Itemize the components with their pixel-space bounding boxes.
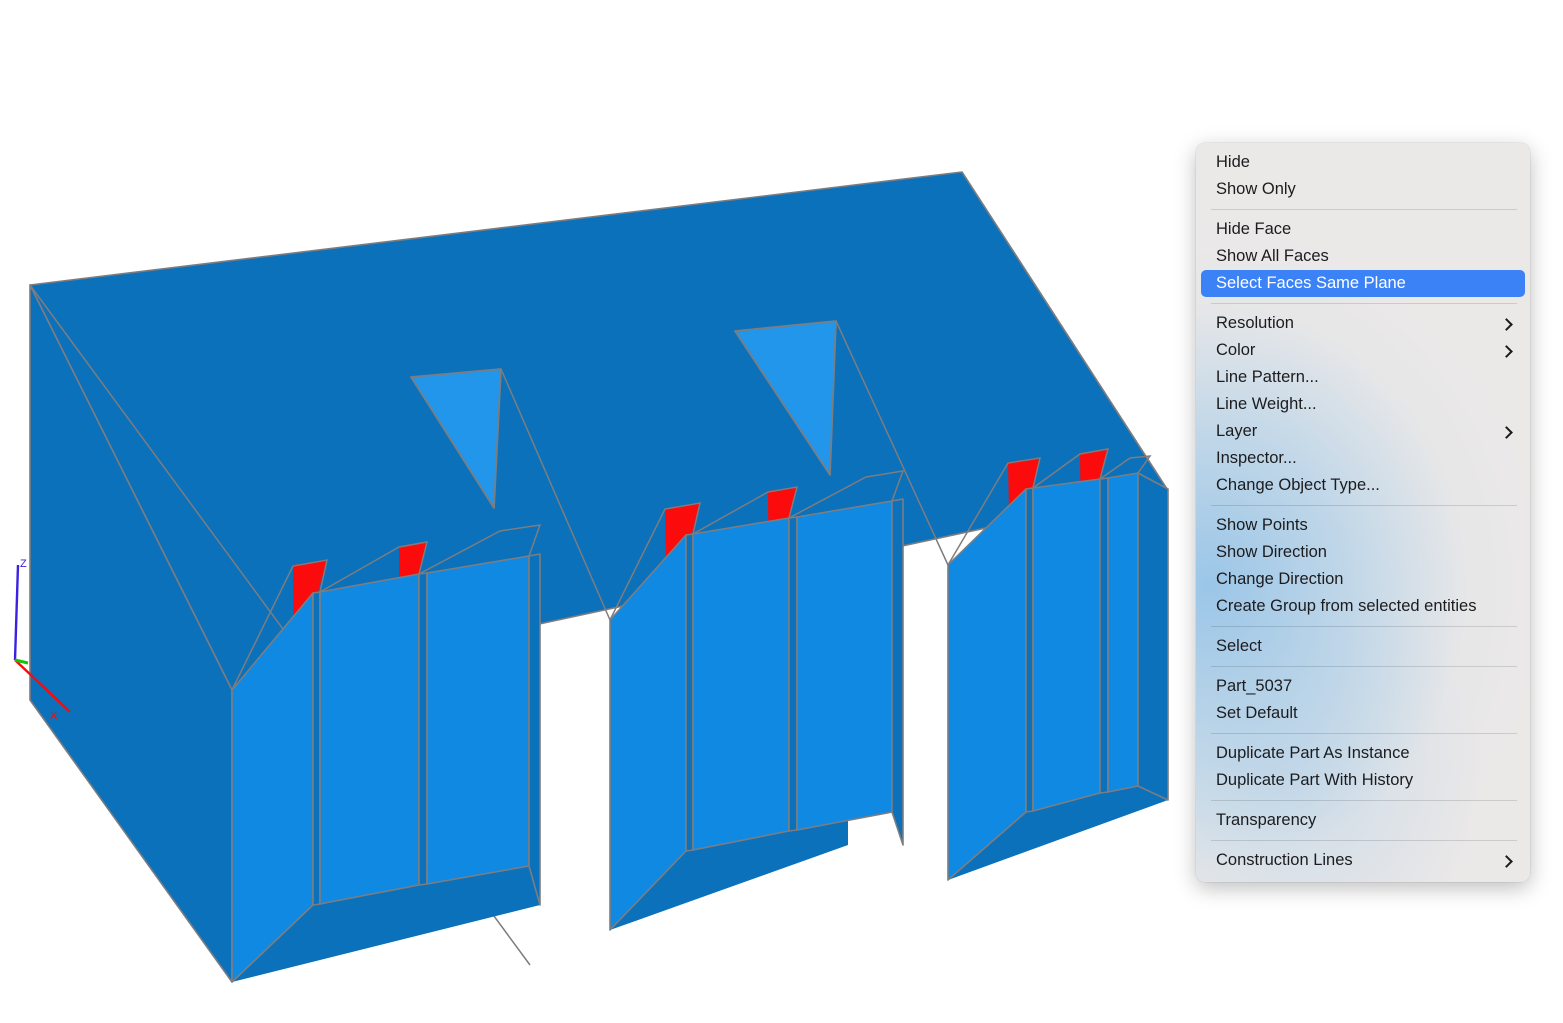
fin-8-side[interactable]: [1099, 477, 1109, 794]
menu-item-construction-lines[interactable]: Construction Lines: [1201, 847, 1525, 874]
menu-separator: [1211, 303, 1517, 304]
menu-separator: [1211, 800, 1517, 801]
fin-4-side[interactable]: [685, 533, 694, 852]
menu-item-label: Resolution: [1216, 314, 1294, 332]
menu-item-hide[interactable]: Hide: [1201, 149, 1525, 176]
menu-item-label: Change Direction: [1216, 570, 1344, 588]
menu-item-color[interactable]: Color: [1201, 337, 1525, 364]
menu-item-label: Set Default: [1216, 704, 1298, 722]
menu-item-label: Duplicate Part As Instance: [1216, 744, 1410, 762]
menu-item-label: Show All Faces: [1216, 247, 1329, 265]
menu-item-label: Select: [1216, 637, 1262, 655]
menu-item-select-faces-same-plane[interactable]: Select Faces Same Plane: [1201, 270, 1525, 297]
menu-item-label: Transparency: [1216, 811, 1317, 829]
menu-item-label: Show Only: [1216, 180, 1296, 198]
axis-x-label: X: [50, 710, 58, 722]
menu-item-inspector[interactable]: Inspector...: [1201, 445, 1525, 472]
fin-3-face[interactable]: [426, 555, 530, 885]
menu-item-show-direction[interactable]: Show Direction: [1201, 539, 1525, 566]
menu-item-duplicate-part-with-history[interactable]: Duplicate Part With History: [1201, 767, 1525, 794]
menu-item-show-points[interactable]: Show Points: [1201, 512, 1525, 539]
menu-item-label: Layer: [1216, 422, 1258, 440]
fin-2-side[interactable]: [418, 572, 428, 886]
chevron-right-icon: [1501, 317, 1513, 331]
axis-z-line: [13, 564, 20, 661]
axis-z-label: Z: [20, 558, 27, 570]
menu-item-label: Change Object Type...: [1216, 476, 1380, 494]
menu-item-change-direction[interactable]: Change Direction: [1201, 566, 1525, 593]
menu-items-container[interactable]: Hide Show Only Hide Face Show All Faces Sele…: [1196, 143, 1530, 880]
menu-item-line-weight[interactable]: Line Weight...: [1201, 391, 1525, 418]
menu-separator: [1211, 666, 1517, 667]
menu-item-part-5037[interactable]: Part_5037: [1201, 673, 1525, 700]
fin-6-face[interactable]: [796, 500, 893, 831]
menu-item-change-object-type[interactable]: Change Object Type...: [1201, 472, 1525, 499]
menu-item-line-pattern[interactable]: Line Pattern...: [1201, 364, 1525, 391]
menu-separator: [1211, 733, 1517, 734]
menu-item-label: Line Weight...: [1216, 395, 1317, 413]
menu-item-label: Create Group from selected entities: [1216, 597, 1477, 615]
fin-2-face[interactable]: [319, 573, 420, 905]
fin-8-face[interactable]: [1032, 478, 1101, 812]
fin-9-side[interactable]: [1137, 472, 1169, 801]
menu-item-label: Hide: [1216, 153, 1250, 171]
menu-item-label: Show Points: [1216, 516, 1308, 534]
fin-7-face[interactable]: [947, 488, 1027, 881]
fin-7-side[interactable]: [1025, 487, 1034, 813]
menu-item-label: Inspector...: [1216, 449, 1297, 467]
menu-item-show-only[interactable]: Show Only: [1201, 176, 1525, 203]
menu-item-set-default[interactable]: Set Default: [1201, 700, 1525, 727]
chevron-right-icon: [1501, 425, 1513, 439]
menu-item-select[interactable]: Select: [1201, 633, 1525, 660]
menu-item-label: Color: [1216, 341, 1256, 359]
fin-5-side[interactable]: [788, 516, 798, 832]
fin-6-side[interactable]: [891, 498, 904, 846]
chevron-right-icon: [1501, 854, 1513, 868]
menu-separator: [1211, 840, 1517, 841]
menu-item-label: Hide Face: [1216, 220, 1292, 238]
menu-item-transparency[interactable]: Transparency: [1201, 807, 1525, 834]
menu-separator: [1211, 505, 1517, 506]
menu-item-label: Line Pattern...: [1216, 368, 1319, 386]
menu-item-label: Select Faces Same Plane: [1216, 274, 1406, 292]
fin-9-face[interactable]: [1107, 472, 1139, 793]
menu-item-label: Construction Lines: [1216, 851, 1353, 869]
menu-item-label: Part_5037: [1216, 677, 1293, 695]
menu-separator: [1211, 626, 1517, 627]
fin-5-face[interactable]: [692, 517, 790, 851]
menu-item-create-group-from-selected-entities[interactable]: Create Group from selected entities: [1201, 593, 1525, 620]
menu-separator: [1211, 209, 1517, 210]
chevron-right-icon: [1501, 344, 1513, 358]
menu-item-hide-face[interactable]: Hide Face: [1201, 216, 1525, 243]
menu-item-layer[interactable]: Layer: [1201, 418, 1525, 445]
fin-3-side[interactable]: [528, 553, 541, 906]
object-context-menu[interactable]: Hide Show Only Hide Face Show All Faces Sele…: [1196, 143, 1530, 882]
menu-item-duplicate-part-as-instance[interactable]: Duplicate Part As Instance: [1201, 740, 1525, 767]
menu-item-label: Duplicate Part With History: [1216, 771, 1414, 789]
menu-item-show-all-faces[interactable]: Show All Faces: [1201, 243, 1525, 270]
fin-1-side[interactable]: [312, 591, 321, 906]
menu-item-label: Show Direction: [1216, 543, 1327, 561]
menu-item-resolution[interactable]: Resolution: [1201, 310, 1525, 337]
